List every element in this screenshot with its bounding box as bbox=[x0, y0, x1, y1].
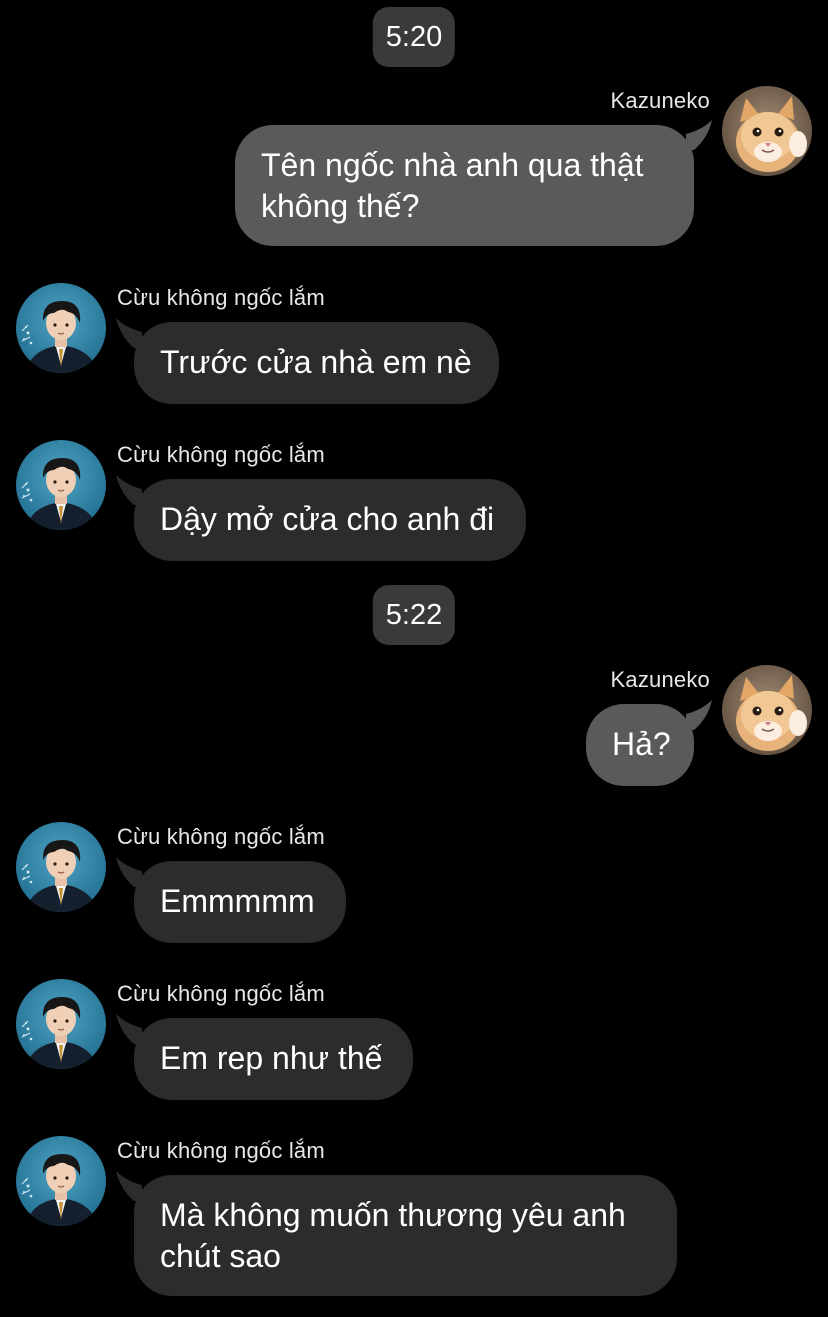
boy-avatar-icon[interactable] bbox=[16, 1136, 106, 1226]
timestamp-pill: 5:20 bbox=[372, 7, 456, 67]
sender-name: Cừu không ngốc lắm bbox=[117, 1138, 325, 1163]
boy-avatar-icon[interactable] bbox=[16, 979, 106, 1069]
sender-name: Cừu không ngốc lắm bbox=[117, 285, 325, 310]
cat-avatar-icon[interactable] bbox=[722, 665, 812, 755]
sender-name: Kazuneko bbox=[610, 88, 710, 113]
message-bubble[interactable]: Em rep như thế bbox=[134, 1018, 413, 1100]
message-bubble[interactable]: Mà không muốn thương yêu anh chút sao bbox=[134, 1175, 677, 1296]
cat-avatar-icon[interactable] bbox=[722, 86, 812, 176]
sender-name: Cừu không ngốc lắm bbox=[117, 824, 325, 849]
sender-name: Kazuneko bbox=[610, 667, 710, 692]
sender-name: Cừu không ngốc lắm bbox=[117, 981, 325, 1006]
message-bubble[interactable]: Hả? bbox=[586, 704, 694, 786]
timestamp-pill: 5:22 bbox=[372, 585, 456, 645]
message-bubble[interactable]: Emmmmm bbox=[134, 861, 346, 943]
boy-avatar-icon[interactable] bbox=[16, 822, 106, 912]
message-bubble[interactable]: Tên ngốc nhà anh qua thật không thế? bbox=[235, 125, 694, 246]
message-bubble[interactable]: Trước cửa nhà em nè bbox=[134, 322, 499, 404]
message-bubble[interactable]: Dậy mở cửa cho anh đi bbox=[134, 479, 526, 561]
boy-avatar-icon[interactable] bbox=[16, 440, 106, 530]
boy-avatar-icon[interactable] bbox=[16, 283, 106, 373]
sender-name: Cừu không ngốc lắm bbox=[117, 442, 325, 467]
